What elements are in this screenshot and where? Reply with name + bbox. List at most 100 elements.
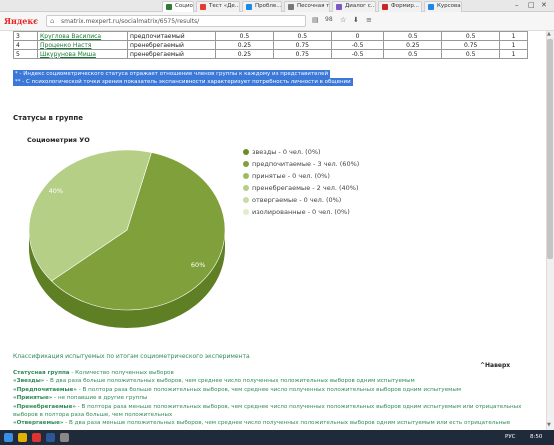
scroll-thumb[interactable] [547,39,553,259]
legend-label: пренебрегаемые - 2 чел. (40%) [252,184,359,192]
classification-definition: выборов в полтора раза больше, чем полож… [13,412,172,418]
table-cell: 0.5 [272,31,332,41]
table-cell: 0.5 [441,49,501,59]
browser-tab[interactable]: Песочная та... [284,1,330,12]
address-bar: Яндекс ‹ ⌂ smatrix.mexpert.ru/socialmatr… [0,12,554,31]
legend-swatch [243,173,249,179]
app-icon[interactable] [60,433,69,442]
browser-tab[interactable]: Курсовая... [424,1,462,12]
table-cell: 0.25 [215,49,274,59]
pie-slice-label: 60% [191,261,205,269]
table-cell: 5 [13,49,38,59]
definition-term: «Принятые» [13,395,53,402]
pie-chart: 60% 40% [28,149,226,328]
minimize-icon[interactable]: – [515,1,519,9]
star-icon[interactable]: ☆ [340,16,346,24]
browser-tab[interactable]: Пробле... [242,1,282,12]
tab-label: Пробле... [255,3,282,9]
table-row: 3 Круглова Василиса предпочитаемый 0.5 0.5 0 0… [13,31,528,41]
classification-title: Классификация испытуемых по итогам социо… [13,353,250,360]
definition-term: «Отвергаемые» [13,420,64,427]
table-cell: 0.75 [272,49,332,59]
table-cell: -0.5 [330,49,385,59]
table-cell: 0.5 [383,49,443,59]
browser-tab[interactable]: Тест «Де... [196,1,240,12]
definition-term: Статусная группа [13,370,70,376]
tab-label: Диалог с... [345,3,376,9]
word-icon[interactable] [46,433,55,442]
url-field[interactable]: ⌂ smatrix.mexpert.ru/socialmatrix/6575/r… [46,15,306,27]
close-window-icon[interactable]: ✕ [541,1,547,9]
table-cell: 1 [499,40,528,50]
tab-label: Социом... [175,3,193,9]
table-cell: пренебрегаемый [127,49,216,59]
table-cell: 0.75 [441,40,501,50]
legend-swatch [243,185,249,191]
participant-link[interactable]: Круглова Василиса [37,31,128,41]
definition-text: - Количество полученных выборов [69,370,174,376]
table-cell: 0 [330,31,385,41]
legend-label: принятые - 0 чел. (0%) [252,172,330,180]
classification-definition: «Пренебрегаемые» - В полтора раза меньше… [13,404,521,410]
results-table: 3 Круглова Василиса предпочитаемый 0.5 0.5 0 0… [13,31,528,59]
tab-favicon-icon [336,4,342,10]
participant-link[interactable]: Шкурунова Миша [37,49,128,59]
table-cell: 0.5 [215,31,274,41]
tab-favicon-icon [246,4,252,10]
menu-icon[interactable]: ≡ [366,16,372,24]
browser-tab[interactable]: Формир... [378,1,422,12]
definition-term: «Предпочитаемые» [13,386,77,393]
tab-label: Формир... [391,3,420,9]
table-cell: 0.5 [383,31,443,41]
maximize-icon[interactable]: □ [528,1,535,9]
start-icon[interactable] [4,433,13,442]
reader-icon[interactable]: ▤ [312,16,319,24]
table-cell: 0.5 [441,31,501,41]
browser-tab[interactable]: Социом... [162,1,194,12]
definition-term: «Звезды» [13,378,45,385]
download-icon[interactable]: ⬇ [353,16,359,24]
language-indicator[interactable]: РУС [505,434,516,440]
definition-term: «Пренебрегаемые» [13,403,76,410]
legend-label: отвергаемые - 0 чел. (0%) [252,196,342,204]
back-icon[interactable]: ‹ [34,16,37,25]
tab-label: Песочная та... [297,3,330,9]
tab-favicon-icon [288,4,294,10]
table-cell: 1 [499,31,528,41]
classification-definition: «Отвергаемые» - В два раза меньше положи… [13,420,510,426]
scroll-down-icon[interactable]: ▼ [547,422,551,428]
table-cell: 1 [499,49,528,59]
browser-brand[interactable]: Яндекс [4,16,38,26]
tab-favicon-icon [382,4,388,10]
legend-label: звезды - 0 чел. (0%) [252,148,321,156]
definition-text: - В два раза меньше положительных выборо… [63,420,511,427]
legend-swatch [243,149,249,155]
mail-counter[interactable]: 98 [325,16,333,23]
participant-link[interactable]: Проценко Настя [37,40,128,50]
table-cell: предпочитаемый [127,31,216,41]
browser-tab[interactable]: Диалог с... [332,1,376,12]
back-to-top-link[interactable]: ^Наверх [480,362,510,369]
taskbar: РУС 8:50 [0,430,554,445]
table-cell: 0.25 [383,40,443,50]
legend-swatch [243,197,249,203]
browser-taskbar-icon[interactable] [32,433,41,442]
legend-swatch [243,209,249,215]
table-row: 4 Проценко Настя пренебрегаемый 0.25 0.75 -0.… [13,40,528,50]
explorer-icon[interactable] [18,433,27,442]
definition-text: - В два раза больше положительных выборо… [44,378,415,385]
tab-bar: Социом... Тест «Де... Пробле... Песочная та… [0,0,554,12]
note-index: * - Индекс социометрического статуса отр… [13,70,331,78]
clock[interactable]: 8:50 [530,434,542,440]
table-cell: 3 [13,31,38,41]
tab-label: Тест «Де... [209,3,240,9]
classification-definition: «Звезды» - В два раза больше положительн… [13,378,415,384]
tab-label: Курсовая... [437,3,461,9]
table-cell: пренебрегаемый [127,40,216,50]
legend-label: изолированные - 0 чел. (0%) [252,208,350,216]
lock-icon: ⌂ [50,17,55,25]
legend-label: предпочитаемые - 3 чел. (60%) [252,160,360,168]
tab-favicon-icon [200,4,206,10]
table-cell: 0.75 [272,40,332,50]
scroll-up-icon[interactable]: ▲ [547,31,551,37]
